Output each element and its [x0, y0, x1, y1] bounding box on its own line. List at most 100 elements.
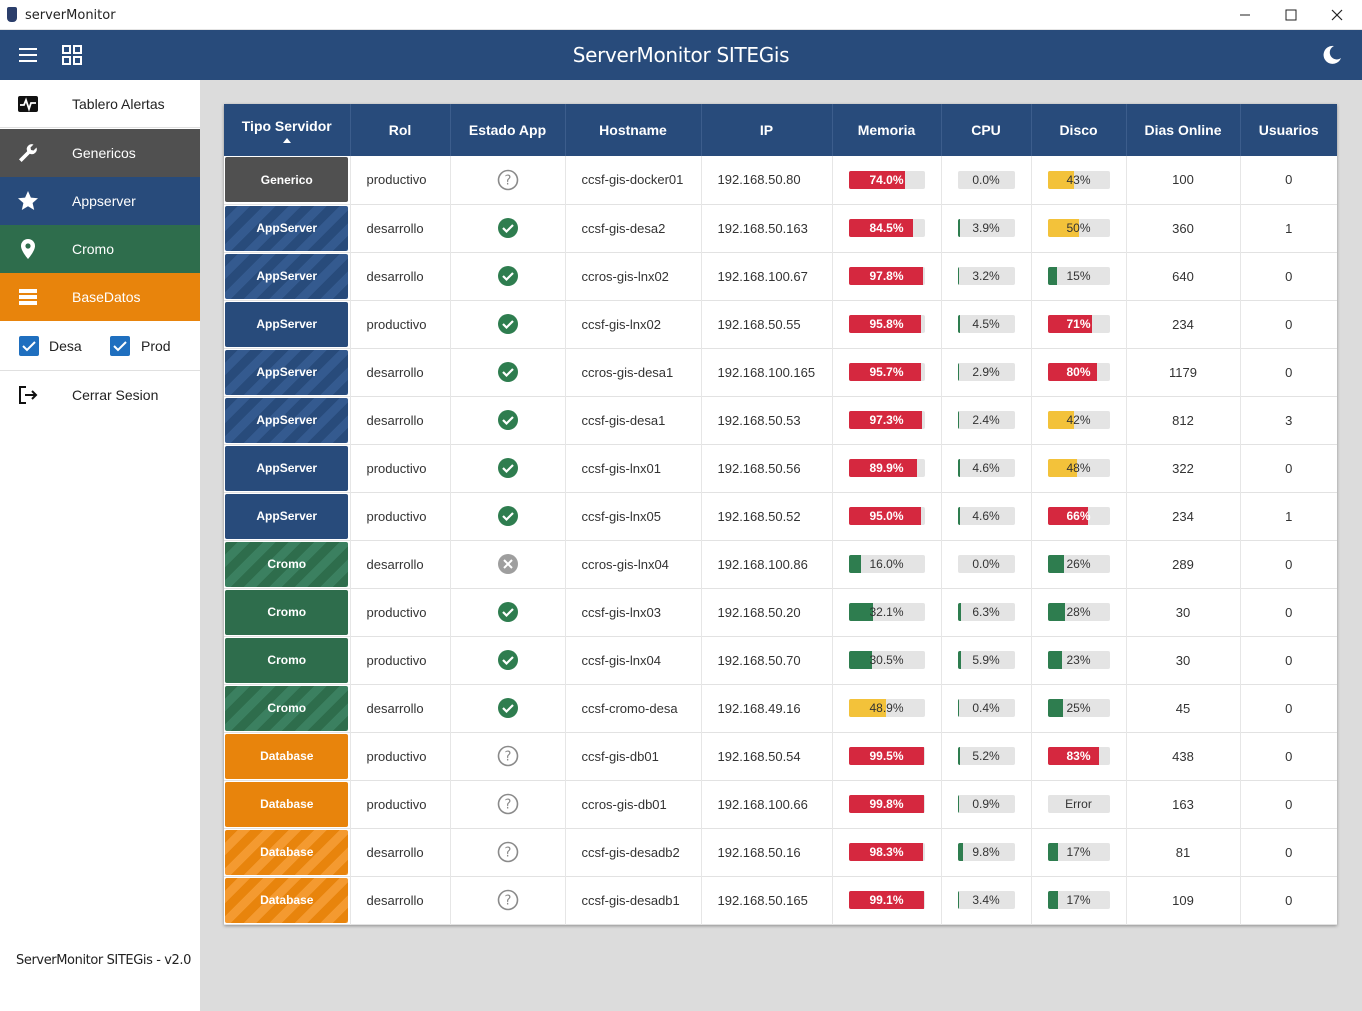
server-type-chip[interactable]: Database	[225, 733, 349, 779]
disk-bar-text: 17%	[1066, 845, 1091, 859]
sidebar-item-cromo[interactable]: Cromo	[0, 225, 200, 273]
sidebar-item-genericos[interactable]: Genericos	[0, 129, 200, 177]
column-header-disco[interactable]: Disco	[1031, 104, 1127, 156]
minimize-button[interactable]	[1222, 0, 1268, 30]
cell-estado-app	[450, 684, 566, 732]
cell-tipo: AppServer	[224, 300, 351, 348]
cell-cpu: 4.6%	[941, 492, 1032, 540]
cell-usuarios: 0	[1285, 460, 1293, 476]
cell-disco: 42%	[1031, 396, 1127, 444]
table-row[interactable]: Generico productivo? ccsf-gis-docker01 192.…	[224, 156, 1337, 204]
table-row[interactable]: Cromo desarrollo ccsf-cromo-desa 192.168.49…	[224, 684, 1337, 732]
status-ok-check-icon	[497, 506, 518, 526]
server-type-chip[interactable]: Database	[225, 877, 349, 923]
cell-disco: 23%	[1031, 636, 1127, 684]
cell-rol: productivo	[350, 300, 451, 348]
cpu-bar: 0.0%	[957, 170, 1015, 189]
server-type-chip[interactable]: Cromo	[225, 637, 349, 683]
cell-disco: 43%	[1031, 156, 1127, 204]
sidebar-item-tablero-alertas[interactable]: Tablero Alertas	[0, 80, 200, 128]
table-row[interactable]: AppServer productivo ccsf-gis-lnx05 192.168…	[224, 492, 1337, 540]
cell-rol: productivo	[350, 444, 451, 492]
prod-checkbox-label: Prod	[141, 338, 171, 354]
cell-dias-online: 109	[1126, 876, 1241, 924]
logout-button[interactable]: Cerrar Sesion	[0, 371, 200, 419]
cell-cpu: 6.3%	[941, 588, 1032, 636]
column-header-usuarios[interactable]: Usuarios	[1240, 104, 1337, 156]
dark-mode-moon-icon[interactable]	[1320, 43, 1344, 67]
cell-rol: desarrollo	[350, 204, 451, 252]
server-type-chip[interactable]: AppServer	[225, 397, 349, 443]
cell-ip: 192.168.50.16	[701, 828, 833, 876]
app-icon	[7, 7, 17, 22]
server-type-chip[interactable]: AppServer	[225, 445, 349, 491]
sidebar-item-label: Genericos	[72, 145, 136, 161]
column-header-rol[interactable]: Rol	[350, 104, 451, 156]
cell-hostname: ccsf-gis-docker01	[565, 156, 702, 204]
sidebar-item-basedatos[interactable]: BaseDatos	[0, 273, 200, 321]
disk-bar: 83%	[1047, 747, 1110, 765]
cell-disco: 15%	[1031, 252, 1127, 300]
table-row[interactable]: Cromo productivo ccsf-gis-lnx04 192.168.50.…	[224, 636, 1337, 684]
server-type-chip[interactable]: Database	[225, 781, 349, 827]
cell-tipo: Cromo	[224, 588, 351, 636]
table-row[interactable]: AppServer desarrollo ccros-gis-desa1 192.16…	[224, 348, 1337, 396]
prod-checkbox[interactable]	[110, 336, 130, 356]
sidebar-item-appserver[interactable]: Appserver	[0, 177, 200, 225]
map-pin-icon	[21, 239, 35, 259]
cell-dias-online: 234	[1126, 492, 1241, 540]
server-type-chip[interactable]: AppServer	[225, 301, 349, 347]
cpu-bar: 4.5%	[957, 315, 1015, 333]
server-type-chip[interactable]: Database	[225, 829, 349, 875]
table-row[interactable]: Database desarrollo? ccsf-gis-desadb1 192.1…	[224, 876, 1337, 924]
server-type-chip[interactable]: Cromo	[225, 541, 349, 587]
memory-bar: 48.9%	[848, 699, 925, 717]
column-header-cpu[interactable]: CPU	[941, 104, 1032, 156]
cell-tipo: AppServer	[224, 204, 351, 252]
server-type-chip[interactable]: Cromo	[225, 589, 349, 635]
table-row[interactable]: AppServer desarrollo ccsf-gis-desa2 192.168…	[224, 204, 1337, 252]
cell-rol: productivo	[350, 732, 451, 780]
cpu-bar-text: 5.9%	[972, 653, 1000, 667]
table-row[interactable]: Database desarrollo? ccsf-gis-desadb2 192.1…	[224, 828, 1337, 876]
memory-bar: 99.1%	[848, 891, 925, 909]
cell-usuarios: 0	[1285, 748, 1293, 764]
server-type-chip[interactable]: Generico	[225, 157, 349, 203]
memory-bar: 97.3%	[848, 411, 925, 429]
close-button[interactable]	[1314, 0, 1360, 30]
server-type-chip[interactable]: AppServer	[225, 205, 349, 251]
server-type-chip[interactable]: AppServer	[225, 349, 349, 395]
cpu-bar: 3.2%	[957, 267, 1015, 285]
column-header-estado-app[interactable]: Estado App	[450, 104, 566, 156]
table-row[interactable]: Database productivo? ccsf-gis-db01 192.168.…	[224, 732, 1337, 780]
column-header-hostname[interactable]: Hostname	[565, 104, 702, 156]
table-row[interactable]: Database productivo? ccros-gis-db01 192.168…	[224, 780, 1337, 828]
maximize-button[interactable]	[1268, 0, 1314, 30]
server-type-chip[interactable]: Cromo	[225, 685, 349, 731]
column-header-memoria[interactable]: Memoria	[832, 104, 942, 156]
table-header-row: Tipo Servidor Rol Estado App Hostname IP…	[224, 104, 1337, 156]
table-row[interactable]: Cromo productivo ccsf-gis-lnx03 192.168.50.…	[224, 588, 1337, 636]
disk-bar: 66%	[1047, 507, 1110, 525]
svg-text:?: ?	[504, 894, 511, 909]
table-row[interactable]: AppServer desarrollo ccsf-gis-desa1 192.168…	[224, 396, 1337, 444]
memory-bar: 95.0%	[848, 507, 925, 525]
memory-bar: 89.9%	[848, 459, 925, 477]
table-row[interactable]: AppServer productivo ccsf-gis-lnx01 192.168…	[224, 444, 1337, 492]
cell-memoria: 89.9%	[832, 444, 942, 492]
column-header-dias-online[interactable]: Dias Online	[1126, 104, 1241, 156]
table-row[interactable]: AppServer productivo ccsf-gis-lnx02 192.168…	[224, 300, 1337, 348]
server-type-chip[interactable]: AppServer	[225, 493, 349, 539]
server-type-chip[interactable]: AppServer	[225, 253, 349, 299]
table-row[interactable]: AppServer desarrollo ccros-gis-lnx02 192.16…	[224, 252, 1337, 300]
column-header-tipo-servidor[interactable]: Tipo Servidor	[224, 104, 351, 156]
cell-memoria: 98.3%	[832, 828, 942, 876]
memory-bar: 95.8%	[848, 315, 925, 333]
desa-checkbox[interactable]	[19, 336, 39, 356]
column-header-ip[interactable]: IP	[701, 104, 833, 156]
cell-cpu: 2.9%	[941, 348, 1032, 396]
cell-hostname: ccsf-gis-db01	[565, 732, 702, 780]
table-row[interactable]: Cromo desarrollo ccros-gis-lnx04 192.168.10…	[224, 540, 1337, 588]
cpu-bar: 4.6%	[957, 459, 1015, 477]
memory-bar: 99.8%	[848, 795, 925, 813]
